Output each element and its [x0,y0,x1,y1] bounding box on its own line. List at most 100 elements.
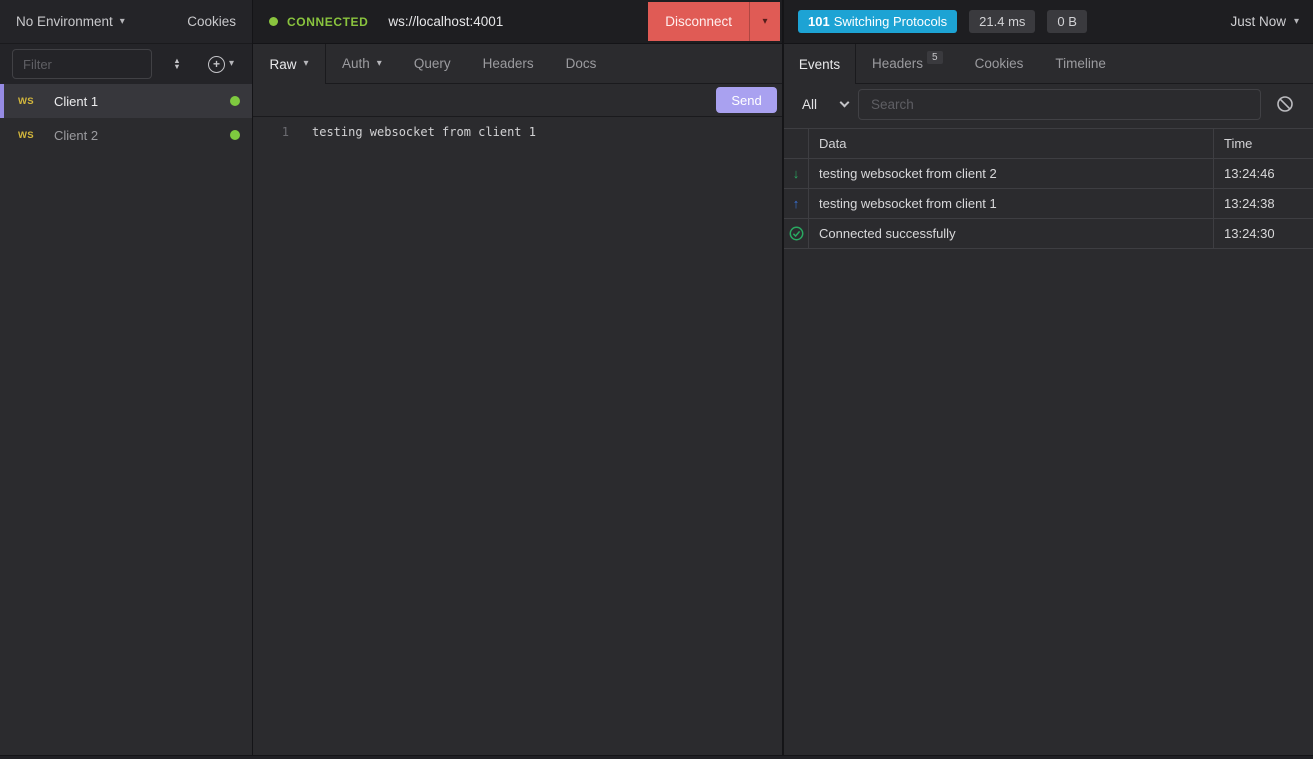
disconnect-label: Disconnect [665,14,732,29]
caret-down-icon: ▾ [762,16,767,27]
caret-down-icon: ▾ [229,59,234,69]
cookies-button[interactable]: Cookies [187,14,236,29]
filter-input[interactable] [12,49,152,79]
environment-dropdown[interactable]: No Environment ▾ [16,14,125,29]
request-name: Client 2 [44,128,230,143]
ws-method-tag: WS [18,130,44,141]
sidebar-item-client-1[interactable]: WS Client 1 [0,84,252,118]
tab-auth-label: Auth [342,56,370,71]
data-column-header: Data [809,129,1214,158]
message-editor[interactable]: 1 testing websocket from client 1 [253,117,782,755]
events-table-header: Data Time [784,129,1313,159]
websocket-url[interactable]: ws://localhost:4001 [388,14,503,29]
duration-badge: 21.4 ms [969,10,1035,33]
chevron-down-icon [840,97,850,107]
event-row-connected[interactable]: Connected successfully 13:24:30 [784,219,1313,249]
sort-button[interactable]: ▲ ▼ [160,58,194,69]
send-row: Send [253,84,782,117]
sidebar-top: No Environment ▾ Cookies ▲ ▼ + ▾ [0,0,252,84]
line-number: 1 [253,124,289,141]
ws-method-tag: WS [18,96,44,107]
tab-raw-label: Raw [269,57,296,72]
sidebar-item-client-2[interactable]: WS Client 2 [0,118,252,152]
tab-events-label: Events [799,57,840,72]
event-time: 13:24:38 [1214,189,1313,218]
editor-line: 1 testing websocket from client 1 [253,124,782,141]
arrow-up-icon: ↑ [793,196,800,211]
request-tabs-rest: Auth ▾ Query Headers Docs [326,44,782,84]
event-row-sent[interactable]: ↑ testing websocket from client 1 13:24:… [784,189,1313,219]
tab-headers-label: Headers [483,56,534,71]
environment-label: No Environment [16,14,113,29]
headers-count-badge: 5 [927,51,943,64]
size-badge: 0 B [1047,10,1087,33]
tab-raw[interactable]: Raw ▾ [253,44,326,84]
tab-timeline-label: Timeline [1055,56,1106,71]
response-status-bar: 101Switching Protocols 21.4 ms 0 B Just … [784,0,1313,44]
event-data: Connected successfully [809,219,1214,248]
request-name: Client 1 [44,94,230,109]
tab-response-headers[interactable]: Headers 5 [856,44,959,83]
connection-status: CONNECTED [287,15,368,29]
disconnect-button[interactable]: Disconnect [648,2,749,41]
event-icon-cell: ↓ [784,159,809,188]
event-type-select[interactable]: All [798,97,848,112]
tab-auth[interactable]: Auth ▾ [326,44,398,83]
status-code: 101 [808,14,830,29]
disconnect-dropdown-button[interactable]: ▾ [749,2,780,41]
event-icon-cell: ↑ [784,189,809,218]
events-search-input[interactable] [858,89,1261,120]
tab-timeline[interactable]: Timeline [1039,44,1122,83]
cookies-label: Cookies [187,14,236,29]
event-data: testing websocket from client 1 [809,189,1214,218]
sidebar: No Environment ▾ Cookies ▲ ▼ + ▾ WS Clie… [0,0,252,755]
tab-headers[interactable]: Headers [467,44,550,83]
clear-events-button[interactable] [1271,95,1299,113]
arrow-down-icon: ↓ [793,166,800,181]
time-column-header: Time [1214,129,1313,158]
request-list: WS Client 1 WS Client 2 [0,84,252,755]
connection-status-dot-icon [269,17,278,26]
status-code-badge: 101Switching Protocols [798,10,957,33]
websocket-client-app: { "icons": { "caret_down": "▾", "triangl… [0,0,1313,759]
sort-down-icon: ▼ [173,64,180,70]
connected-dot-icon [230,96,240,106]
tab-response-cookies-label: Cookies [975,56,1024,71]
event-type-value: All [802,97,817,112]
event-icon-cell [784,219,809,248]
tab-query[interactable]: Query [398,44,467,83]
recency-label: Just Now [1230,14,1286,29]
response-tabs-rest: Headers 5 Cookies Timeline [856,44,1313,84]
event-row-received[interactable]: ↓ testing websocket from client 2 13:24:… [784,159,1313,189]
caret-down-icon: ▾ [303,59,308,69]
events-table: Data Time ↓ testing websocket from clien… [784,128,1313,249]
connected-dot-icon [230,130,240,140]
sidebar-header: No Environment ▾ Cookies [0,0,252,44]
event-time: 13:24:30 [1214,219,1313,248]
request-tab-bar: Raw ▾ Auth ▾ Query Headers Docs [253,44,782,84]
plus-circle-icon: + [208,56,225,73]
icon-column-header [784,129,809,158]
response-panel: 101Switching Protocols 21.4 ms 0 B Just … [784,0,1313,755]
disconnect-split-button: Disconnect ▾ [648,2,780,41]
tab-query-label: Query [414,56,451,71]
editor-line-text: testing websocket from client 1 [289,124,536,141]
events-filter-row: All [784,84,1313,124]
caret-down-icon: ▾ [377,59,382,69]
sidebar-filter-row: ▲ ▼ + ▾ [0,44,252,84]
url-bar: CONNECTED ws://localhost:4001 Disconnect… [253,0,782,44]
window-bottom-strip [0,755,1313,759]
request-panel: CONNECTED ws://localhost:4001 Disconnect… [252,0,783,755]
tab-docs[interactable]: Docs [550,44,613,83]
tab-events[interactable]: Events [784,44,856,84]
send-button[interactable]: Send [716,87,777,113]
response-history-dropdown[interactable]: Just Now ▾ [1230,14,1299,29]
caret-down-icon: ▾ [120,17,125,27]
tab-response-cookies[interactable]: Cookies [959,44,1040,83]
check-circle-icon [789,226,804,241]
tab-docs-label: Docs [566,56,597,71]
response-tab-bar: Events Headers 5 Cookies Timeline [784,44,1313,84]
event-time: 13:24:46 [1214,159,1313,188]
tab-response-headers-label: Headers [872,56,923,71]
add-request-button[interactable]: + ▾ [208,56,234,73]
